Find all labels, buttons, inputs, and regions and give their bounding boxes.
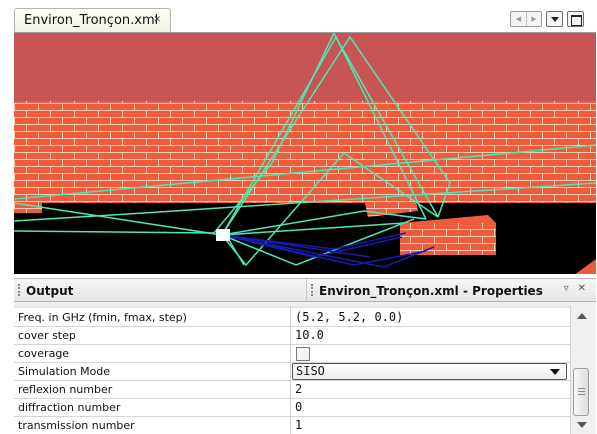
close-icon[interactable]: ✕ [578, 283, 586, 294]
property-value[interactable]: (5.2, 5.2, 0.0) [295, 310, 403, 324]
tab-properties[interactable]: Environ_Tronçon.xml - Properties ▿ ✕ [306, 279, 596, 302]
tab-output[interactable]: Output [14, 279, 304, 302]
property-sheet: Freq. in GHz (fmin, fmax, step) (5.2, 5.… [14, 306, 570, 434]
scene-brick-wall [14, 101, 596, 203]
restore-window-icon[interactable] [567, 11, 584, 27]
simulation-mode-value: SISO [296, 364, 325, 378]
drag-grip-icon[interactable] [311, 284, 314, 296]
property-row-transmission-number[interactable]: transmission number 1 [14, 417, 570, 434]
building-box-front [400, 223, 496, 255]
property-scrollbar[interactable] [570, 306, 592, 434]
property-row-cutoff [14, 306, 570, 308]
property-row-reflexion-number[interactable]: reflexion number 2 [14, 381, 570, 399]
chevron-left-icon[interactable]: ◀ [511, 12, 526, 26]
tab-output-label: Output [26, 284, 74, 298]
coverage-checkbox[interactable] [296, 347, 310, 361]
property-value[interactable]: 1 [295, 418, 302, 432]
property-row-diffraction-number[interactable]: diffraction number 0 [14, 399, 570, 417]
editor-tab-label: Environ_Tronçon.xml [24, 13, 159, 28]
scene-canvas [14, 33, 596, 274]
panel-controls: ▿ ✕ [564, 283, 586, 294]
editor-tab-bar: Environ_Tronçon.xml ✕ ◀ ▶ [14, 8, 590, 32]
chevron-right-icon[interactable]: ▶ [526, 12, 541, 26]
antenna-marker [216, 229, 230, 241]
scroll-up-icon[interactable] [577, 313, 587, 319]
property-name: transmission number [18, 419, 135, 432]
editor-tab-environ-troncon[interactable]: Environ_Tronçon.xml ✕ [14, 8, 171, 32]
window-controls: ◀ ▶ [510, 11, 584, 27]
property-value[interactable]: 0 [295, 400, 302, 414]
scrollbar-thumb[interactable] [573, 368, 589, 416]
property-row-coverage[interactable]: coverage [14, 345, 570, 363]
property-row-simulation-mode[interactable]: Simulation Mode SISO [14, 363, 570, 381]
property-name: diffraction number [18, 401, 121, 414]
scroll-down-icon[interactable] [577, 422, 587, 428]
close-icon[interactable]: ✕ [153, 15, 161, 25]
property-name: Freq. in GHz (fmin, fmax, step) [18, 311, 187, 324]
chevron-down-icon[interactable] [550, 369, 560, 375]
scene-viewport[interactable] [14, 32, 596, 274]
tab-navigation: ◀ ▶ [510, 11, 542, 27]
document-list-dropdown-icon[interactable] [546, 11, 563, 27]
property-row-frequency[interactable]: Freq. in GHz (fmin, fmax, step) (5.2, 5.… [14, 309, 570, 327]
property-name: coverage [18, 347, 70, 360]
drag-grip-icon[interactable] [18, 284, 21, 296]
property-name: Simulation Mode [18, 365, 111, 378]
property-value[interactable]: 10.0 [295, 328, 324, 342]
minimize-icon[interactable]: ▿ [564, 283, 569, 294]
property-value[interactable]: 2 [295, 382, 302, 396]
simulation-mode-select[interactable]: SISO [292, 363, 567, 380]
tab-properties-label: Environ_Tronçon.xml - Properties [319, 284, 543, 298]
property-row-cover-step[interactable]: cover step 10.0 [14, 327, 570, 345]
scene-ground [14, 203, 596, 274]
property-name: cover step [18, 329, 76, 342]
bottom-panel: Output Environ_Tronçon.xml - Properties … [14, 278, 596, 434]
grip-icon [578, 388, 585, 395]
property-name: reflexion number [18, 383, 113, 396]
panel-tab-strip: Output Environ_Tronçon.xml - Properties … [14, 279, 596, 302]
